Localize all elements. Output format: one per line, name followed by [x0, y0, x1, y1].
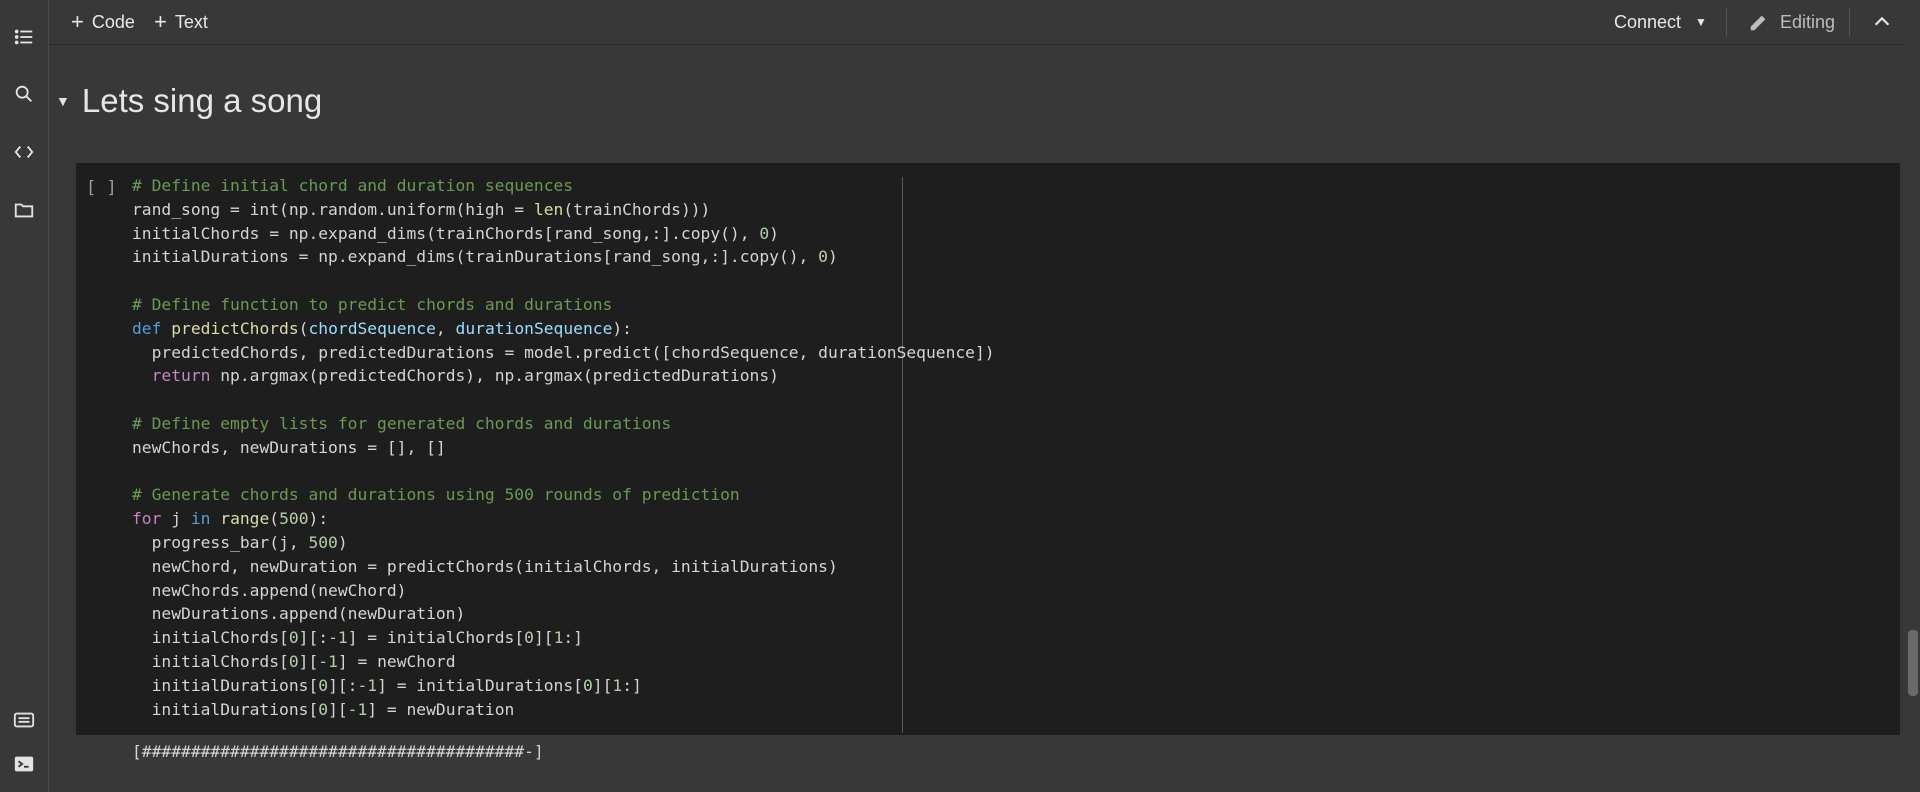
- run-cell-button[interactable]: [ ]: [86, 178, 117, 198]
- editing-button[interactable]: Editing: [1748, 0, 1835, 44]
- collapse-section-icon[interactable]: ▼: [56, 93, 70, 109]
- code-snippets-icon[interactable]: [12, 140, 36, 164]
- notebook-toolbar: + Code + Text Connect ▼ Editing: [49, 0, 1920, 45]
- chevron-down-icon[interactable]: ▼: [1695, 15, 1707, 29]
- scrollbar[interactable]: [1906, 44, 1920, 792]
- toolbar-divider: [1726, 8, 1727, 36]
- code-cell[interactable]: [ ] # Define initial chord and duration …: [76, 163, 1900, 735]
- left-sidebar: [0, 0, 49, 792]
- files-icon[interactable]: [12, 198, 36, 222]
- plus-icon: +: [154, 9, 167, 34]
- add-text-button[interactable]: + Text: [154, 0, 208, 44]
- connect-button[interactable]: Connect ▼: [1614, 0, 1707, 44]
- terminal-icon[interactable]: [12, 752, 36, 776]
- editing-label: Editing: [1780, 11, 1836, 32]
- collapse-header-button[interactable]: [1871, 0, 1893, 44]
- section-header: ▼ Lets sing a song: [56, 78, 322, 124]
- scrollbar-thumb[interactable]: [1908, 630, 1918, 696]
- toolbar-divider: [1849, 8, 1850, 36]
- table-of-contents-icon[interactable]: [12, 25, 36, 49]
- connect-label: Connect: [1614, 11, 1682, 32]
- section-title: Lets sing a song: [81, 82, 323, 119]
- search-icon[interactable]: [12, 82, 36, 106]
- plus-icon: +: [71, 9, 84, 34]
- cell-output: [#######################################…: [132, 742, 544, 761]
- chevron-up-icon: [1874, 16, 1890, 26]
- add-code-label: Code: [91, 11, 135, 32]
- add-text-label: Text: [174, 11, 208, 32]
- command-palette-icon[interactable]: [12, 708, 36, 732]
- add-code-button[interactable]: + Code: [71, 0, 135, 44]
- code-editor[interactable]: # Define initial chord and duration sequ…: [132, 174, 995, 721]
- pencil-icon: [1750, 15, 1766, 31]
